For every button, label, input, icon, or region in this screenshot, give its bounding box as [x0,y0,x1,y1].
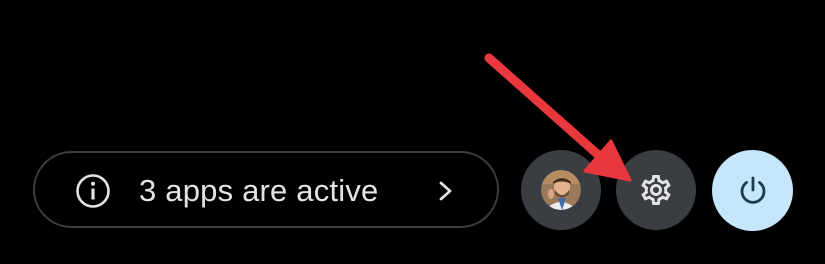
active-apps-pill[interactable]: 3 apps are active [33,151,499,228]
user-avatar [541,170,581,210]
power-button[interactable] [712,150,793,231]
power-icon [740,176,765,204]
chevron-right-icon [439,181,452,201]
account-button[interactable] [521,150,601,230]
active-apps-label: 3 apps are active [139,173,379,208]
info-icon [76,174,110,208]
gear-icon [641,175,671,205]
settings-button[interactable] [616,150,696,230]
quick-settings-bar: 3 apps are active [0,0,825,264]
